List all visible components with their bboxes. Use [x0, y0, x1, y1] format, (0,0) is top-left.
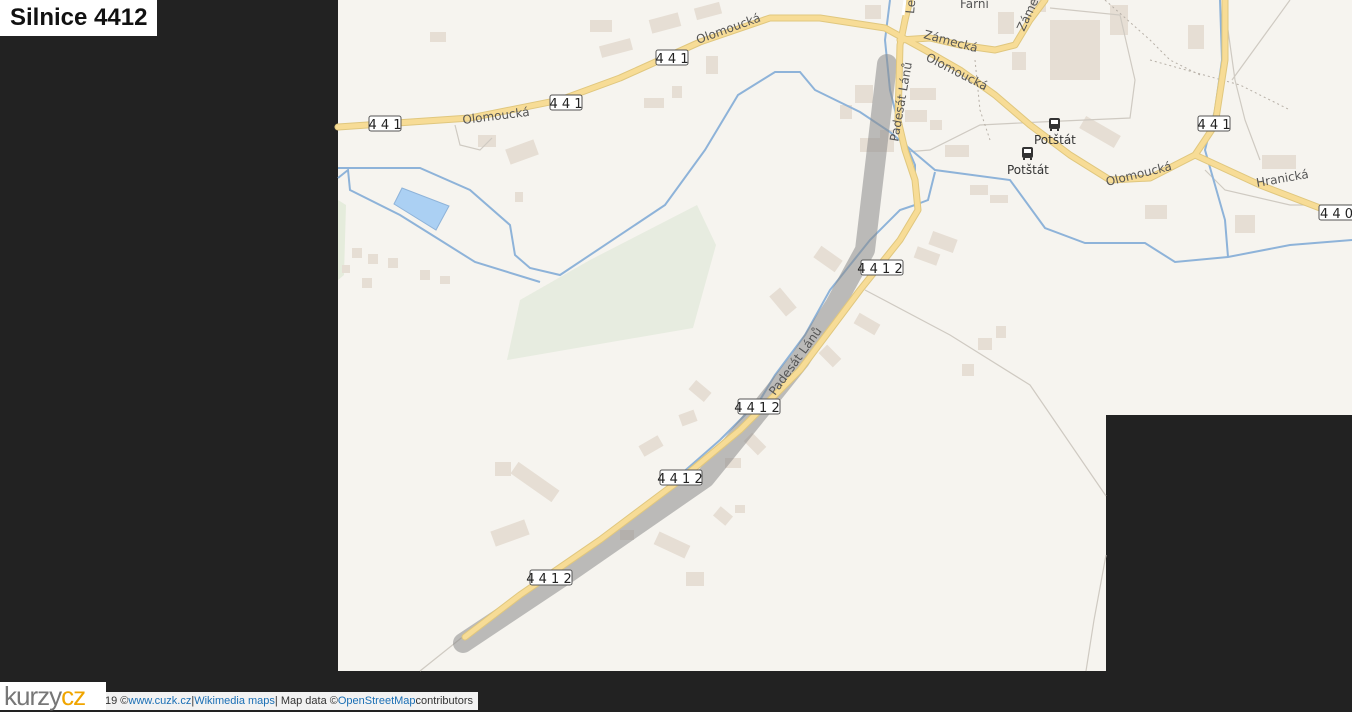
street-label-le: Le — [903, 0, 918, 14]
map[interactable]: Olomoucká Olomoucká Olomoucká Olomoucká … — [0, 0, 1352, 710]
road-shield-4412-a-text: 4 4 1 2 — [857, 262, 902, 277]
road-shield-4412-d-text: 4 4 1 2 — [526, 572, 571, 587]
attribution-suffix: contributors — [415, 695, 474, 707]
cuzk-link[interactable]: www.cuzk.cz — [128, 695, 191, 707]
kurzy-logo[interactable]: kurzy cz — [0, 680, 106, 711]
attribution-mapdata: | Map data © — [274, 695, 338, 707]
road-shield-441-d-text: 4 4 1 — [1197, 118, 1230, 133]
road-shield-4412-b[interactable]: 4 4 1 2 — [734, 398, 781, 416]
road-shield-441-c[interactable]: 4 4 1 — [655, 49, 689, 67]
road-shield-441-a-text: 4 4 1 — [368, 118, 401, 133]
road-shield-441-a[interactable]: 4 4 1 — [368, 115, 402, 133]
road-shield-440[interactable]: 4 4 0 — [1318, 204, 1352, 222]
wikimedia-link[interactable]: Wikimedia maps — [194, 695, 275, 707]
road-shield-4412-c-text: 4 4 1 2 — [657, 472, 702, 487]
road-shield-4412-c[interactable]: 4 4 1 2 — [657, 469, 703, 487]
road-shield-441-b-text: 4 4 1 — [549, 97, 582, 112]
street-label-farni: Farní — [960, 0, 989, 11]
bus-stop-1-label: Potštát — [1034, 133, 1076, 147]
road-shield-4412-d[interactable]: 4 4 1 2 — [526, 569, 573, 587]
road-shield-441-d[interactable]: 4 4 1 — [1197, 115, 1231, 133]
road-shield-440-text: 4 4 0 — [1320, 207, 1352, 222]
road-shield-4412-a[interactable]: 4 4 1 2 — [857, 259, 904, 277]
logo-part-cz: cz — [61, 680, 86, 711]
map-attribution: 19 © www.cuzk.cz | Wikimedia maps | Map … — [100, 692, 479, 710]
road-shield-441-b[interactable]: 4 4 1 — [549, 94, 583, 112]
page-title: Silnice 4412 — [0, 0, 158, 36]
bus-stop-2-label: Potštát — [1007, 163, 1049, 177]
osm-link[interactable]: OpenStreetMap — [338, 695, 416, 707]
attribution-prefix: 19 © — [105, 695, 129, 707]
logo-part-kurzy: kurzy — [4, 680, 62, 711]
road-shield-4412-b-text: 4 4 1 2 — [734, 401, 779, 416]
road-shield-441-c-text: 4 4 1 — [655, 52, 688, 67]
map-tile-main — [338, 0, 1106, 671]
